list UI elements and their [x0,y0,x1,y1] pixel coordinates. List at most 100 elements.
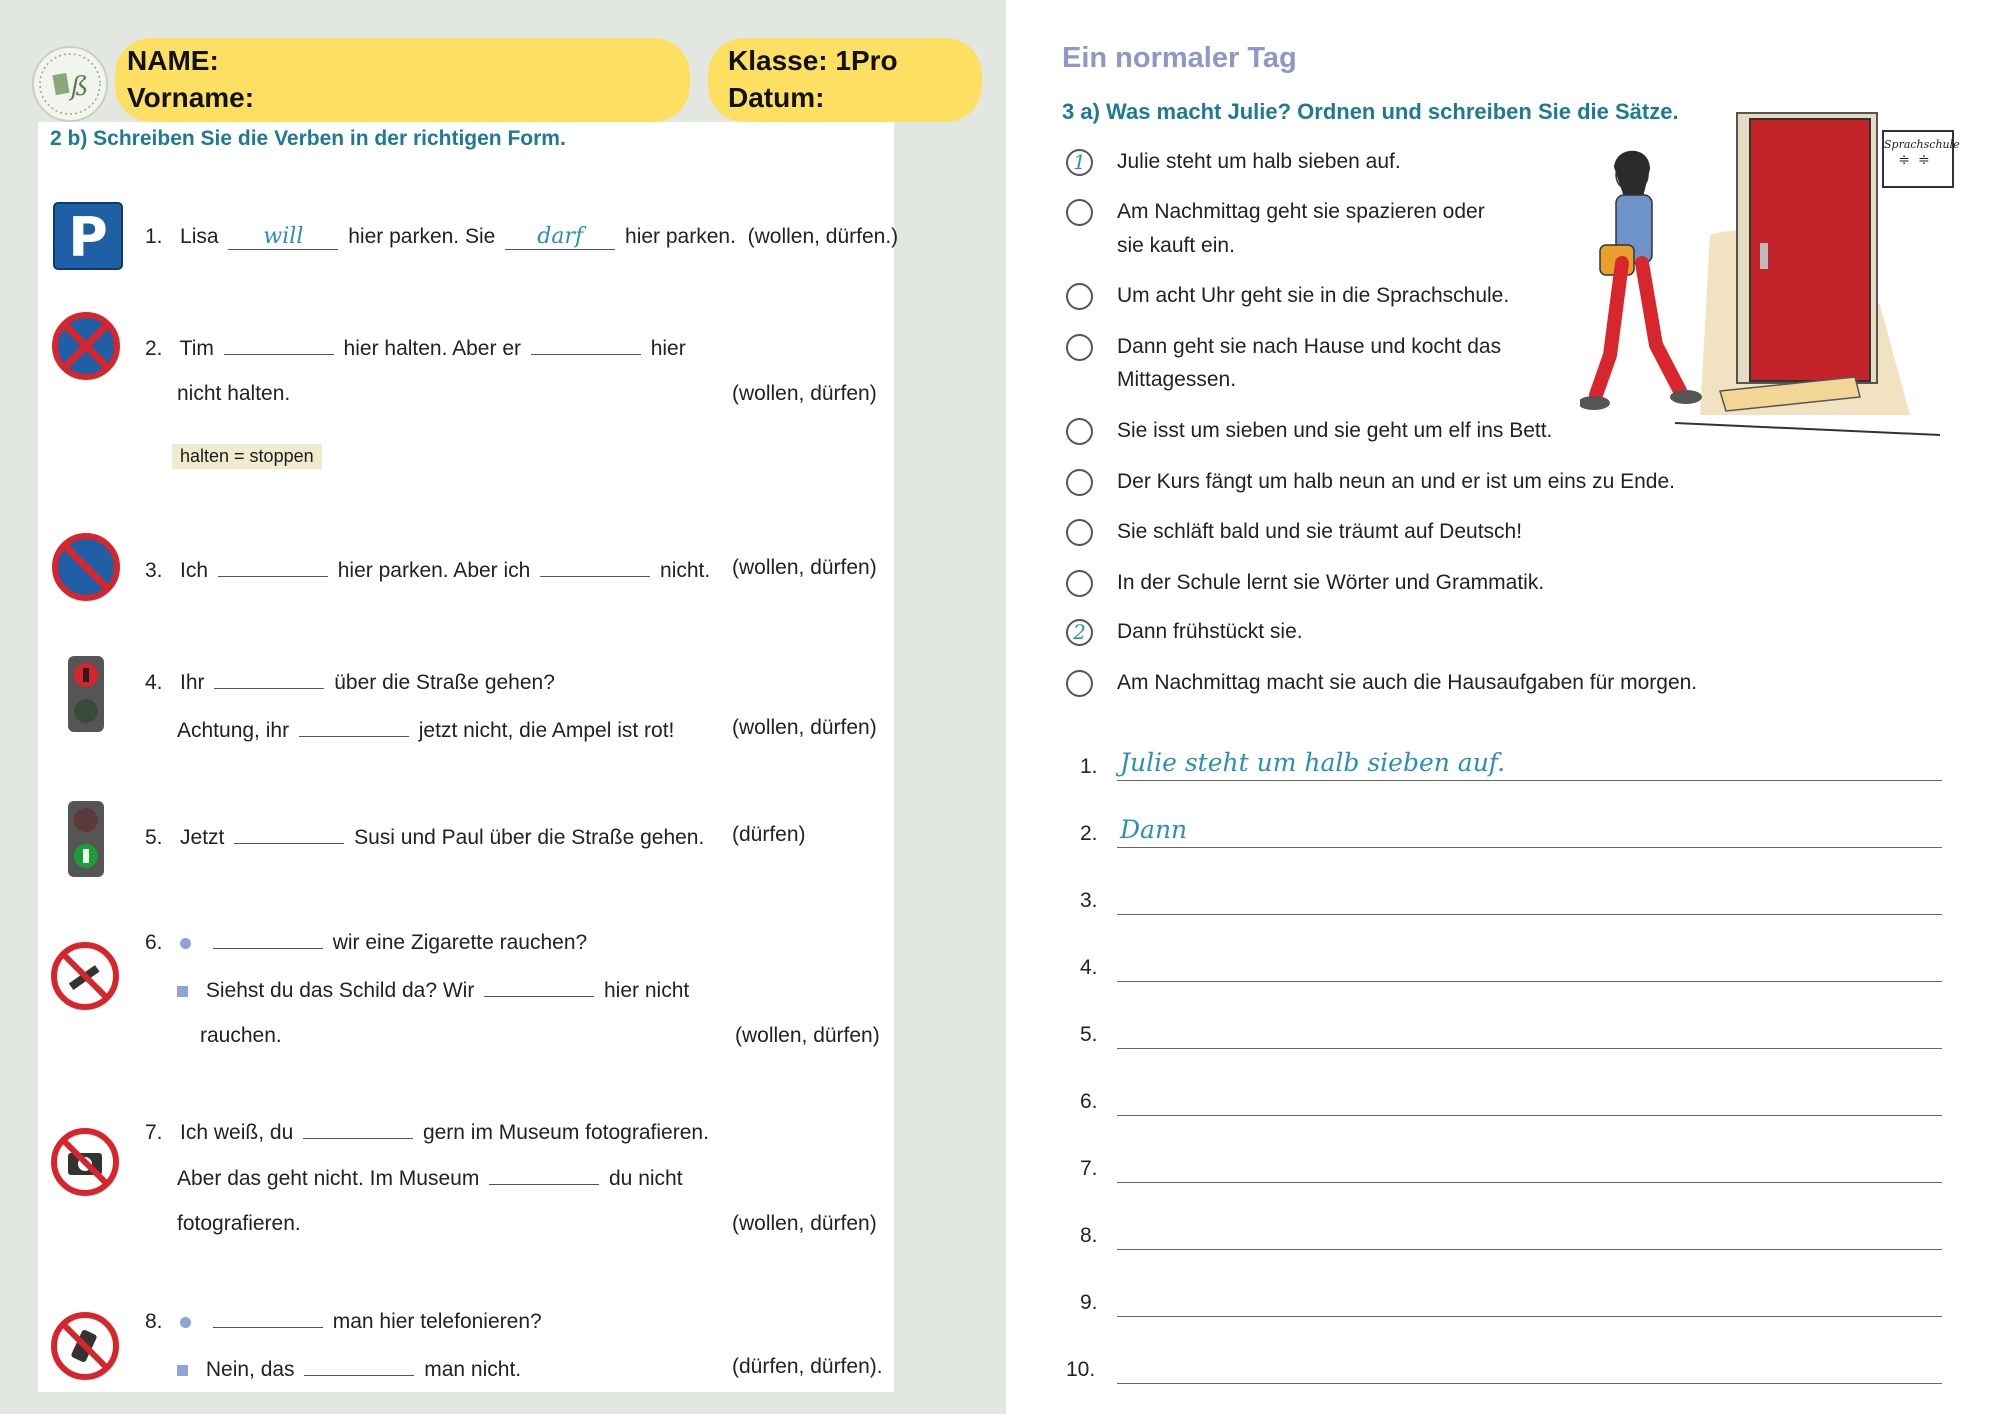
item-7-line-2: Aber das geht nicht. Im Museum du nicht [177,1164,683,1191]
verb-hint: (dürfen) [732,823,806,846]
handwritten-answer: Dann [1120,815,1188,844]
answer-field[interactable] [303,1118,414,1139]
red-traffic-light-icon [67,655,105,738]
item-number: 4. [145,671,163,694]
answer-field[interactable] [540,556,651,577]
order-circle[interactable] [1066,199,1093,226]
order-circle[interactable] [1066,283,1093,310]
no-stopping-sign-icon [52,312,120,385]
verb-hint: (wollen, dürfen) [735,1024,880,1047]
answer-field[interactable] [304,1355,415,1376]
item-7-line-1: 7. Ich weiß, du gern im Museum fotografi… [145,1118,709,1145]
sentence-continued: sie kauft ein. [1117,234,1235,257]
answer-field[interactable]: will [228,224,339,250]
sentence: Dann geht sie nach Hause und kocht das [1117,335,1502,358]
speaker-b-bullet [177,985,188,997]
line-number: 3. [1080,889,1098,912]
sentence: Sie schläft bald und sie träumt auf Deut… [1117,520,1523,543]
verb-hint: (wollen, dürfen) [732,556,877,579]
item-number: 6. [145,931,163,954]
item-8-line-1: 8. man hier telefonieren? [145,1307,542,1334]
school-sign: Sprachschule ≑≑ [1882,130,1960,188]
parking-sign-icon: P [53,202,123,275]
order-circle[interactable] [1066,418,1093,445]
line-number: 7. [1080,1157,1098,1180]
order-circle[interactable]: 2 [1066,619,1093,646]
answer-field[interactable] [530,334,641,355]
answer-field[interactable] [212,928,323,949]
class-date-field[interactable]: Klasse: 1Pro Datum: [708,38,982,122]
sentence: Der Kurs fängt um halb neun an und er is… [1117,470,1675,493]
answer-field[interactable] [489,1164,600,1185]
answer-line[interactable] [1117,981,1942,982]
order-circle[interactable] [1066,670,1093,697]
line-number: 6. [1080,1090,1098,1113]
sentence: Am Nachmittag macht sie auch die Hausauf… [1117,671,1698,694]
answer-line[interactable] [1117,1316,1942,1317]
item-7-line-3: fotografieren. [177,1212,301,1235]
no-phone-sign-icon [50,1311,120,1386]
vocab-note: halten = stoppen [172,444,322,469]
item-number: 5. [145,826,163,849]
answer-field[interactable] [223,334,334,355]
exercise-2b-title: 2 b) Schreiben Sie die Verben in der ric… [50,127,566,150]
page-title: Ein normaler Tag [1062,42,1297,74]
verb-hint: (wollen, dürfen) [732,1212,877,1235]
handwritten-answer: Julie steht um halb sieben auf. [1120,748,1506,777]
exercise-page-left [38,122,894,1392]
order-circle[interactable] [1066,334,1093,361]
order-circle[interactable] [1066,469,1093,496]
item-5: 5. Jetzt Susi und Paul über die Straße g… [145,823,704,850]
school-sign-text: Sprachschule [1884,138,1960,151]
answer-line[interactable] [1117,1115,1942,1116]
speaker-a-bullet [180,937,192,949]
answer-field[interactable] [217,556,328,577]
answer-line[interactable] [1117,1182,1942,1183]
school-logo: ß [32,46,108,122]
item-number: 3. [145,559,163,582]
item-6-line-2: Siehst du das Schild da? Wir hier nicht [177,976,689,1003]
sentence: Julie steht um halb sieben auf. [1117,150,1401,173]
item-number: 2. [145,337,163,360]
item-1: 1. Lisa will hier parken. Sie darf hier … [145,224,899,250]
sentence-continued: Mittagessen. [1117,368,1237,391]
answer-line[interactable] [1117,1249,1942,1250]
item-8-line-2: Nein, das man nicht. [177,1355,521,1382]
svg-text:ß: ß [68,72,88,102]
answer-field[interactable]: darf [505,224,616,250]
answer-line[interactable] [1117,1048,1942,1049]
item-number: 8. [145,1310,163,1333]
line-number: 1. [1080,755,1098,778]
klasse-label: Klasse: 1Pro [728,45,898,76]
answer-field[interactable] [212,1307,323,1328]
answer-field[interactable] [214,668,325,689]
line-number: 8. [1080,1224,1098,1247]
order-circle[interactable] [1066,570,1093,597]
order-circle[interactable]: 1 [1066,149,1093,176]
answer-line[interactable] [1117,914,1942,915]
speaker-a-bullet [180,1316,192,1328]
answer-line[interactable] [1117,780,1942,781]
answer-field[interactable] [484,976,595,997]
answer-line[interactable] [1117,847,1942,848]
verb-hint: (wollen, dürfen) [732,382,877,405]
no-smoking-sign-icon [50,941,120,1016]
no-photography-sign-icon [50,1127,120,1202]
item-4-line-1: 4. Ihr über die Straße gehen? [145,668,555,695]
datum-label: Datum: [728,82,825,113]
item-number: 1. [145,225,163,248]
sentence: Dann frühstückt sie. [1117,620,1303,643]
sentence: Um acht Uhr geht sie in die Sprachschule… [1117,284,1510,307]
sentence: Am Nachmittag geht sie spazieren oder [1117,200,1485,223]
name-field[interactable]: NAME: Vorname: [115,38,690,122]
answer-field[interactable] [234,823,345,844]
answer-line[interactable] [1117,1383,1942,1384]
line-number: 2. [1080,822,1098,845]
order-circle[interactable] [1066,519,1093,546]
answer-field[interactable] [298,716,409,737]
verb-hint: (dürfen, dürfen). [732,1355,883,1378]
vorname-label: Vorname: [127,82,255,113]
verb-hint: (wollen, dürfen) [732,716,877,739]
speaker-b-bullet [177,1364,188,1376]
line-number: 9. [1080,1291,1098,1314]
